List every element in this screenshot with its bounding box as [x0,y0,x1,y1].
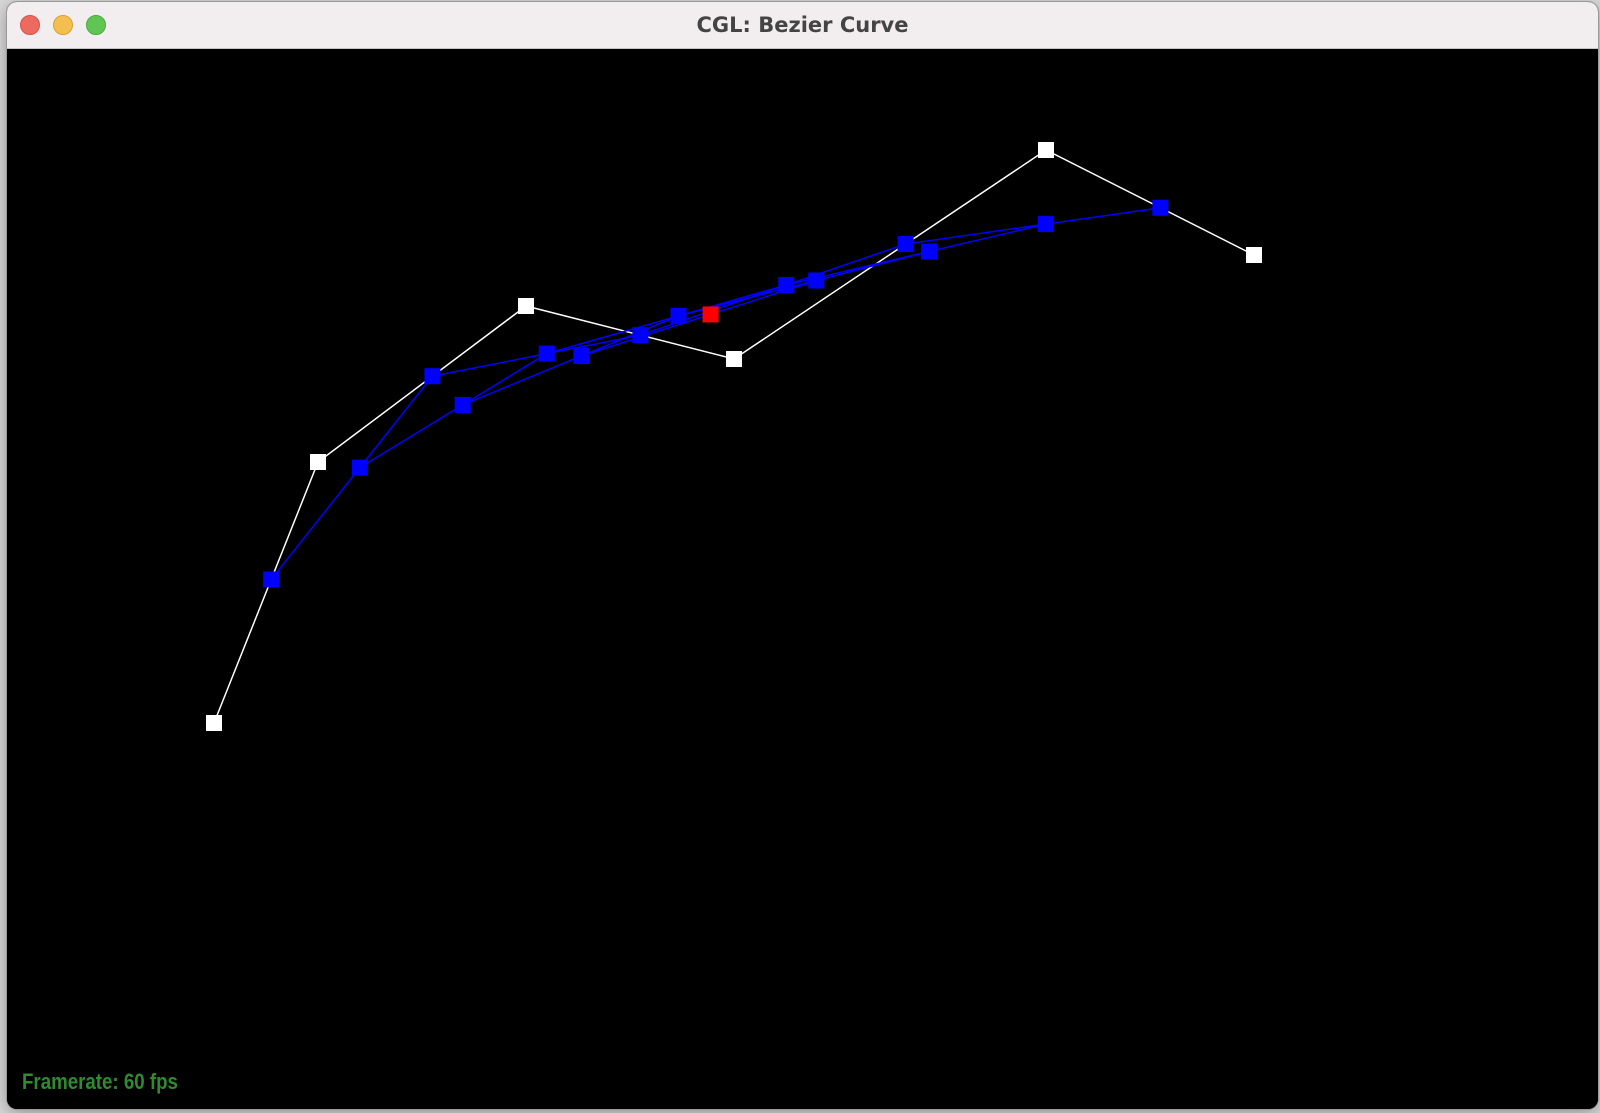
intermediate-point-1-0 [263,571,280,588]
intermediate-point-2-3 [1037,216,1054,233]
intermediate-point-1-4 [1152,199,1169,216]
intermediate-polyline-2 [359,223,1046,469]
intermediate-point-1-3 [897,236,914,253]
window-controls [20,15,106,35]
intermediate-polyline-1 [270,207,1161,580]
drawing-canvas[interactable]: Framerate: 60 fps [7,49,1598,1109]
control-point-5[interactable] [1246,247,1262,263]
intermediate-point-4-1 [808,272,825,289]
evaluated-point [702,306,719,323]
intermediate-point-3-2 [920,243,937,260]
control-point-1[interactable] [310,454,326,470]
control-point-3[interactable] [726,351,742,367]
close-icon[interactable] [20,15,40,35]
control-polygon [213,149,1255,724]
app-window: CGL: Bezier Curve Framerate: 60 fps [7,2,1598,1109]
control-point-0[interactable] [206,715,222,731]
maximize-icon[interactable] [86,15,106,35]
framerate-label: Framerate: 60 fps [22,1069,178,1094]
minimize-icon[interactable] [53,15,73,35]
intermediate-point-2-0 [351,459,368,476]
intermediate-point-1-2 [632,327,649,344]
window-title: CGL: Bezier Curve [696,13,909,37]
control-point-4[interactable] [1038,142,1054,158]
bezier-drawing[interactable] [7,49,1598,1109]
intermediate-point-4-0 [573,347,590,364]
intermediate-point-2-1 [538,345,555,362]
intermediate-point-1-1 [424,368,441,385]
intermediate-point-2-2 [778,277,795,294]
control-point-2[interactable] [518,298,534,314]
intermediate-point-3-0 [454,396,471,413]
intermediate-point-3-1 [670,307,687,324]
title-bar[interactable]: CGL: Bezier Curve [7,2,1598,49]
